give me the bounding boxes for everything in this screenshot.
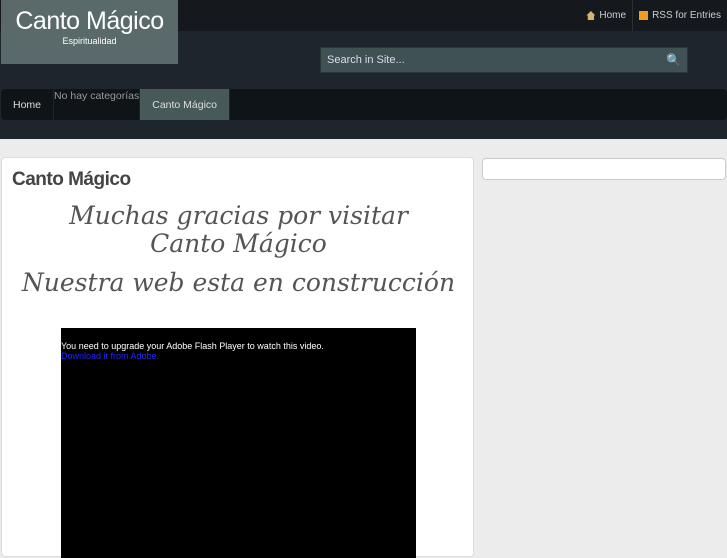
site-title: Canto Mágico	[15, 7, 164, 35]
main-nav: Home No hay categorías Canto Mágico	[1, 89, 727, 120]
search-input[interactable]: Search in Site... 🔍	[320, 47, 688, 73]
top-link-label: RSS for Entries	[652, 10, 721, 21]
header: Home RSS for Entries Canto Mágico Espiri…	[0, 0, 727, 139]
nav-canto-magico[interactable]: Canto Mágico	[140, 89, 231, 120]
search-placeholder: Search in Site...	[327, 54, 405, 66]
rss-icon	[639, 11, 649, 20]
flash-message: You need to upgrade your Adobe Flash Pla…	[61, 341, 324, 351]
top-link-home[interactable]: Home	[580, 0, 632, 31]
welcome-message: Muchas gracias por visitar Canto Mágico	[69, 201, 408, 258]
top-link-label: Home	[599, 10, 627, 21]
nav-home[interactable]: Home	[1, 89, 55, 120]
nav-no-categories: No hay categorías	[54, 89, 141, 120]
site-tagline: Espiritualidad	[62, 36, 117, 46]
home-icon	[586, 11, 596, 20]
top-link-rss[interactable]: RSS for Entries	[632, 0, 727, 31]
construction-message: Nuestra web esta en construcción	[21, 268, 456, 297]
download-flash-link[interactable]: Download it from Adobe.	[61, 351, 416, 361]
sidebar-widget	[482, 158, 726, 180]
search-icon[interactable]: 🔍	[666, 53, 681, 67]
video-player[interactable]: You need to upgrade your Adobe Flash Pla…	[61, 328, 416, 558]
post-content: Canto Mágico Muchas gracias por visitar …	[1, 157, 474, 558]
site-logo[interactable]: Canto Mágico Espiritualidad	[1, 0, 178, 64]
post-title: Canto Mágico	[12, 169, 131, 190]
